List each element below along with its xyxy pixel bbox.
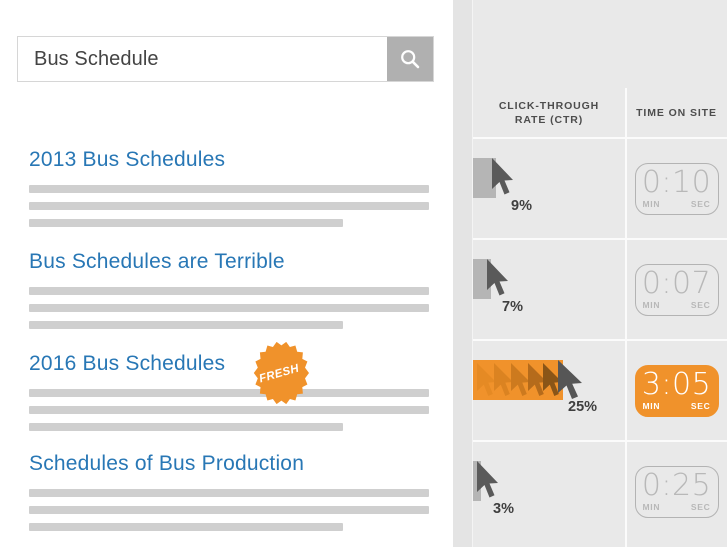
search-input[interactable] [18, 37, 387, 81]
ctr-cell: 3% [473, 442, 625, 542]
ctr-value-label: 25% [568, 399, 598, 415]
timer-min-label: MIN [642, 401, 661, 411]
snippet-line [29, 304, 429, 312]
snippet-line [29, 219, 343, 227]
column-header-ctr-line2: RATE (CTR) [514, 113, 584, 126]
ctr-cell: 9% [473, 139, 625, 239]
result-title[interactable]: 2016 Bus Schedules [29, 352, 429, 376]
ctr-value-label: 3% [493, 501, 514, 517]
time-cell: 0:07 MIN SEC [626, 240, 727, 340]
search-button[interactable] [387, 37, 433, 81]
search-result-item[interactable]: Bus Schedules are Terrible [29, 250, 429, 338]
column-header-time-line1: TIME ON SITE [636, 106, 717, 119]
timer-badge: 3:05 MIN SEC [634, 365, 719, 417]
metrics-panel: CLICK-THROUGH RATE (CTR) TIME ON SITE 9%… [453, 0, 727, 547]
search-result-item[interactable]: 2016 Bus Schedules [29, 352, 429, 440]
timer-units: MIN SEC [643, 300, 711, 310]
metrics-table: CLICK-THROUGH RATE (CTR) TIME ON SITE 9%… [473, 0, 727, 547]
search-results-panel: 2013 Bus Schedules Bus Schedules are Ter… [0, 0, 453, 547]
snippet-line [29, 406, 429, 414]
timer-value: 3:05 [641, 367, 712, 402]
metrics-gutter [453, 0, 473, 547]
infographic-canvas: 2013 Bus Schedules Bus Schedules are Ter… [0, 0, 727, 547]
column-header-ctr: CLICK-THROUGH RATE (CTR) [473, 88, 625, 137]
fresh-starburst-badge: FRESH [248, 342, 310, 404]
timer-value: 0:10 [641, 165, 712, 200]
result-title[interactable]: Schedules of Bus Production [29, 452, 429, 476]
time-cell: 3:05 MIN SEC [626, 341, 727, 441]
snippet-line [29, 489, 429, 497]
result-snippet [29, 287, 429, 329]
snippet-line [29, 202, 429, 210]
metric-row: 3% 0:25 MIN SEC [473, 442, 727, 542]
snippet-line [29, 523, 343, 531]
timer-sec-label: SEC [690, 401, 711, 411]
ctr-cell: 25% [473, 341, 625, 441]
timer-badge: 0:07 MIN SEC [634, 264, 719, 316]
ctr-cell: 7% [473, 240, 625, 340]
metric-row: 7% 0:07 MIN SEC [473, 240, 727, 340]
snippet-line [29, 185, 429, 193]
snippet-line [29, 321, 343, 329]
timer-units: MIN SEC [643, 401, 711, 411]
metric-row-highlighted: 25% 3:05 MIN SEC [473, 341, 727, 441]
timer-min-label: MIN [642, 300, 661, 310]
search-icon [399, 48, 421, 70]
timer-min-label: MIN [642, 199, 661, 209]
metric-row: 9% 0:10 MIN SEC [473, 139, 727, 239]
ctr-value-label: 7% [502, 299, 523, 315]
result-snippet [29, 489, 429, 531]
timer-badge: 0:25 MIN SEC [634, 466, 719, 518]
search-bar[interactable] [17, 36, 434, 82]
time-cell: 0:25 MIN SEC [626, 442, 727, 542]
timer-units: MIN SEC [643, 199, 711, 209]
snippet-line [29, 389, 429, 397]
timer-badge: 0:10 MIN SEC [634, 163, 719, 215]
ctr-value-label: 9% [511, 198, 532, 214]
timer-value: 0:07 [641, 266, 712, 301]
time-cell: 0:10 MIN SEC [626, 139, 727, 239]
column-header-time-on-site: TIME ON SITE [626, 88, 727, 137]
search-result-item[interactable]: Schedules of Bus Production [29, 452, 429, 540]
result-snippet [29, 389, 429, 431]
result-title[interactable]: Bus Schedules are Terrible [29, 250, 429, 274]
timer-sec-label: SEC [690, 502, 711, 512]
snippet-line [29, 287, 429, 295]
timer-min-label: MIN [642, 502, 661, 512]
result-title[interactable]: 2013 Bus Schedules [29, 148, 429, 172]
timer-units: MIN SEC [643, 502, 711, 512]
result-snippet [29, 185, 429, 227]
timer-sec-label: SEC [690, 300, 711, 310]
timer-sec-label: SEC [690, 199, 711, 209]
column-header-ctr-line1: CLICK-THROUGH [498, 99, 600, 112]
timer-value: 0:25 [641, 468, 712, 503]
snippet-line [29, 506, 429, 514]
snippet-line [29, 423, 343, 431]
search-result-item[interactable]: 2013 Bus Schedules [29, 148, 429, 236]
